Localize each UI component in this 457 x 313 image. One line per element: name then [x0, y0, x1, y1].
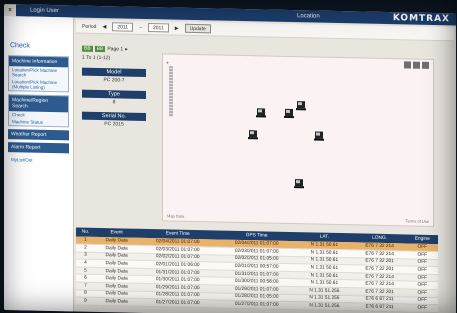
to-date-select[interactable]: 2011 [148, 23, 169, 33]
sidebar-title[interactable]: Check [10, 42, 73, 50]
map-terms-link[interactable]: Terms of Use [405, 218, 429, 223]
table-cell: OFF [406, 304, 438, 313]
excavator-marker-icon[interactable] [295, 97, 307, 111]
column-header-no[interactable]: No. [76, 227, 95, 237]
nav-login-user[interactable]: Login User [16, 7, 73, 15]
serial-value: PC 2015 [104, 121, 124, 128]
sidebar-section-header[interactable]: Weather Report [8, 129, 69, 141]
table-cell: 01/27/2011 01:07:00 [138, 298, 218, 308]
left-sidebar: Check Machine Information Location/Pick … [4, 16, 74, 312]
pager-chip-prev[interactable]: BB [94, 45, 106, 53]
sidebar-section-header[interactable]: Machine/Region Search [9, 95, 68, 113]
pager: BB BB Page 1 ▸ [82, 45, 146, 53]
machine-info-panel: BB BB Page 1 ▸ 1 To 1 (1-12) Model PC 20… [82, 45, 146, 129]
map-toolbar [404, 61, 429, 69]
sidebar-section-region-search: Machine/Region Search Check Machine Stat… [8, 94, 69, 128]
map-zoom-in-icon[interactable] [404, 61, 411, 69]
excavator-marker-icon[interactable] [255, 104, 267, 118]
close-button[interactable]: x [4, 4, 16, 17]
monitor-screen: x Login User Location KOMTRAX Check Mach… [4, 4, 456, 313]
table-cell: 01/27/2011 01:07:00 [217, 300, 297, 310]
tilde-separator: ~ [139, 24, 142, 31]
chevron-right-icon[interactable]: ▸ [125, 47, 128, 53]
table-body: 1 Daily Data 02/04/2011 01:07:00 02/04/2011… [76, 236, 438, 313]
zoom-slider[interactable] [169, 66, 173, 117]
sidebar-section-machine-info: Machine Information Location/Pick Machin… [8, 55, 69, 93]
excavator-marker-icon[interactable] [293, 175, 305, 189]
type-value: 8 [112, 99, 116, 106]
sidebar-link-mylist[interactable]: MyList/Out [8, 156, 69, 164]
pager-chip-first[interactable]: BB [82, 45, 93, 52]
sidebar-section-alarm: Alarm Report [8, 142, 69, 154]
sidebar-link-machine-status[interactable]: Machine Status [9, 118, 68, 126]
from-date-select[interactable]: 2011 [112, 22, 134, 32]
records-range: 1 To 1 (1-12) [82, 54, 111, 62]
excavator-marker-icon[interactable] [247, 126, 259, 140]
sidebar-link-location-multiple[interactable]: Location/Pick Machine (Multiple Listing) [9, 78, 68, 91]
table-cell: 9 [76, 297, 95, 306]
event-history-table: No. Event Event Time GPS Time LAT. LONG.… [76, 227, 438, 313]
map-zoom-out-icon[interactable] [413, 61, 420, 69]
excavator-marker-icon[interactable] [313, 127, 325, 141]
sidebar-section-weather: Weather Report [8, 129, 69, 141]
period-label: Period [82, 23, 97, 30]
arrow-left-icon[interactable]: ◀ [102, 24, 106, 30]
page-text: Page 1 [107, 46, 124, 53]
table-cell: Daily Data [94, 297, 139, 307]
location-map[interactable]: + Map Data Terms of Use [162, 53, 434, 228]
table-cell: N 1.31 51.255 [296, 301, 353, 311]
update-button[interactable]: Update [184, 23, 211, 34]
nav-location[interactable]: Location [283, 13, 334, 20]
model-value: PC 200-7 [103, 77, 125, 84]
table-cell: E76 6 87 211 [352, 303, 407, 312]
map-data-credit: Map Data [167, 213, 185, 219]
sidebar-section-header[interactable]: Alarm Report [8, 142, 69, 154]
map-layers-icon[interactable] [422, 61, 429, 69]
excavator-marker-icon[interactable] [283, 105, 295, 119]
brand-logo: KOMTRAX [392, 13, 450, 25]
arrow-right-icon[interactable]: ▶ [175, 25, 179, 31]
